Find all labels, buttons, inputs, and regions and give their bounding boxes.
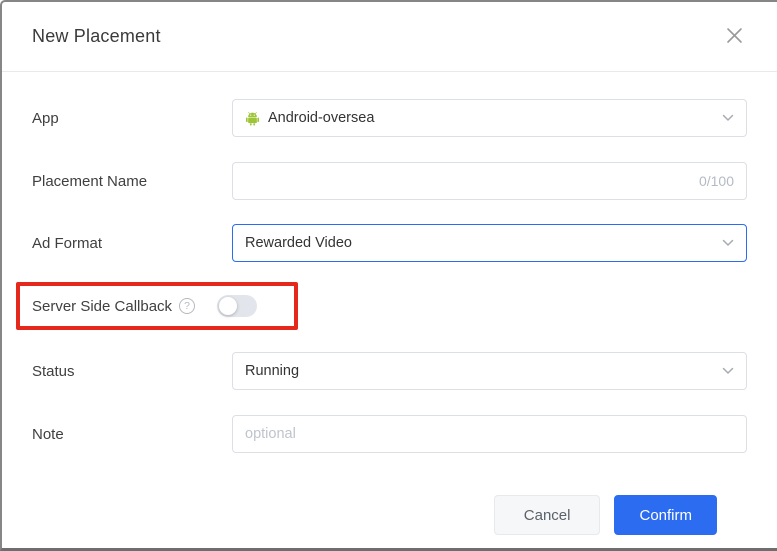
form-row-status: Status Running (32, 352, 747, 390)
chevron-down-icon (722, 363, 734, 379)
server-side-callback-label: Server Side Callback (32, 297, 173, 315)
form-row-note: Note (32, 415, 747, 453)
placement-name-label: Placement Name (32, 172, 148, 190)
ad-format-select[interactable]: Rewarded Video (232, 224, 747, 262)
question-help-icon[interactable]: ? (179, 298, 196, 314)
app-select-value: Android-oversea (268, 110, 375, 126)
status-select[interactable]: Running (232, 352, 747, 390)
toggle-knob (219, 297, 238, 315)
chevron-down-icon (722, 235, 734, 251)
dialog-body: App Android-oversea Placement Name 0/100… (2, 72, 777, 535)
form-row-ad-format: Ad Format Rewarded Video (32, 224, 747, 262)
app-label: App (32, 109, 59, 127)
dialog-title: New Placement (32, 26, 161, 46)
chevron-down-icon (722, 110, 734, 126)
close-icon (726, 27, 743, 47)
placement-name-input[interactable] (245, 163, 689, 199)
char-counter: 0/100 (698, 173, 734, 189)
app-select[interactable]: Android-oversea (232, 99, 747, 137)
server-side-callback-toggle[interactable] (217, 295, 258, 317)
ad-format-select-value: Rewarded Video (245, 235, 352, 251)
dialog-footer: Cancel Confirm (32, 453, 747, 535)
confirm-button[interactable]: Confirm (614, 495, 717, 535)
status-select-value: Running (245, 363, 300, 379)
form-row-placement-name: Placement Name 0/100 (32, 162, 747, 200)
cancel-button[interactable]: Cancel (493, 495, 601, 535)
form-row-app: App Android-oversea (32, 99, 747, 137)
ad-format-label: Ad Format (32, 234, 103, 252)
note-label: Note (32, 425, 64, 443)
close-button[interactable] (721, 24, 747, 50)
android-icon (245, 111, 260, 126)
form-row-server-side-callback: Server Side Callback ? (16, 282, 747, 330)
dialog-header: New Placement (2, 2, 777, 72)
status-label: Status (32, 362, 75, 380)
new-placement-dialog: New Placement App Android-oversea Placem… (0, 0, 777, 551)
note-input[interactable] (245, 416, 734, 452)
